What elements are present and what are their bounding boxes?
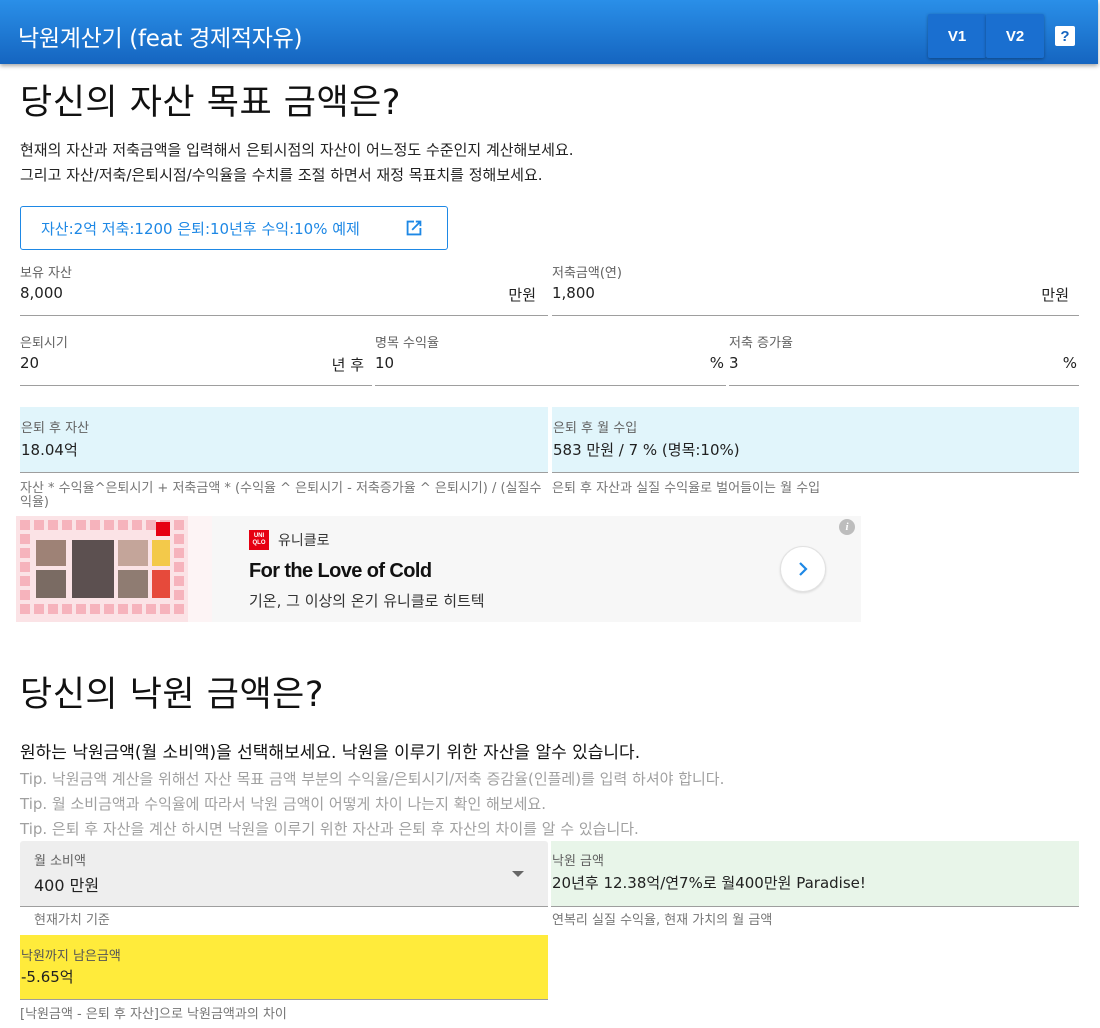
retire-income-label: 은퇴 후 월 수입: [553, 421, 638, 436]
retire-assets-result: 은퇴 후 자산 18.04억: [20, 407, 548, 473]
retire-year-label: 은퇴시기: [20, 336, 68, 351]
paradise-amount-value: 20년후 12.38억/연7%로 월400만원 Paradise!: [552, 874, 866, 892]
ad-brand: 유니클로: [278, 533, 330, 549]
nominal-return-unit: %: [709, 354, 724, 372]
open-external-icon: [406, 220, 422, 236]
help-icon: ?: [1055, 26, 1075, 46]
retire-year-field[interactable]: 은퇴시기 20 년 후: [20, 332, 372, 386]
remaining-amount-hint: [낙원금액 - 은퇴 후 자산]으로 낙원금액과의 차이: [20, 1007, 287, 1022]
section-title-asset-goal: 당신의 자산 목표 금액은?: [20, 83, 401, 123]
monthly-spend-select[interactable]: 월 소비액 400 만원: [20, 841, 548, 907]
tip-1: Tip. 낙원금액 계산을 위해선 자산 목표 금액 부분의 수익율/은퇴시기/…: [20, 770, 725, 788]
savings-unit: 만원: [1041, 286, 1069, 304]
section1-description-line1: 현재의 자산과 저축금액을 입력해서 은퇴시점의 자산이 어느정도 수준인지 계…: [20, 141, 574, 159]
retire-assets-label: 은퇴 후 자산: [21, 421, 90, 436]
assets-field[interactable]: 보유 자산 8,000 만원: [20, 262, 548, 316]
example-preset-label: 자산:2억 저축:1200 은퇴:10년후 수익:10% 예제: [41, 219, 360, 238]
savings-growth-label: 저축 증가율: [729, 336, 793, 351]
retire-income-hint: 은퇴 후 자산과 실질 수익율로 벌어들이는 월 수입: [552, 481, 821, 496]
tip-3: Tip. 은퇴 후 자산을 계산 하시면 낙원을 이루기 위한 자산과 은퇴 후…: [20, 820, 639, 838]
savings-growth-field[interactable]: 저축 증가율 3 %: [729, 332, 1079, 386]
monthly-spend-label: 월 소비액: [34, 854, 86, 869]
remaining-amount-value: -5.65억: [21, 968, 74, 986]
ad-banner[interactable]: UNI QLO 유니클로 For the Love of Cold 기온, 그 …: [16, 516, 861, 622]
v1-button[interactable]: V1: [928, 14, 986, 58]
paradise-intro: 원하는 낙원금액(월 소비액)을 선택해보세요. 낙원을 이루기 위한 자산을 …: [20, 743, 641, 763]
remaining-amount-result: 낙원까지 남은금액 -5.65억: [20, 935, 548, 1000]
section1-description-line2: 그리고 자산/저축/은퇴시점/수익율을 수치를 조절 하면서 재정 목표치를 정…: [20, 166, 543, 184]
ad-info-icon[interactable]: i: [839, 519, 855, 535]
ad-product-image: [16, 516, 212, 622]
remaining-amount-label: 낙원까지 남은금액: [21, 949, 121, 964]
v2-button[interactable]: V2: [986, 14, 1044, 58]
savings-growth-input[interactable]: 3: [729, 354, 739, 372]
paradise-amount-result: 낙원 금액 20년후 12.38억/연7%로 월400만원 Paradise!: [551, 841, 1079, 907]
app-title: 낙원계산기 (feat 경제적자유): [18, 26, 303, 52]
retire-income-result: 은퇴 후 월 수입 583 만원 / 7 % (명목:10%): [552, 407, 1079, 473]
retire-assets-value: 18.04억: [21, 441, 78, 459]
savings-field[interactable]: 저축금액(연) 1,800 만원: [552, 262, 1079, 316]
retire-assets-formula-hint: 자산 * 수익율^은퇴시기 + 저축금액 * (수익율 ^ 은퇴시기 - 저축증…: [20, 481, 542, 510]
section-title-paradise: 당신의 낙원 금액은?: [20, 675, 324, 715]
savings-label: 저축금액(연): [552, 266, 622, 281]
ad-next-button[interactable]: [780, 546, 826, 592]
example-preset-button[interactable]: 자산:2억 저축:1200 은퇴:10년후 수익:10% 예제: [20, 206, 448, 250]
tip-2: Tip. 월 소비금액과 수익율에 따라서 낙원 금액이 어떻게 차이 나는지 …: [20, 795, 546, 813]
ad-headline[interactable]: For the Love of Cold: [249, 560, 432, 583]
retire-income-value: 583 만원 / 7 % (명목:10%): [553, 441, 740, 459]
savings-input[interactable]: 1,800: [552, 284, 595, 302]
retire-year-unit: 년 후: [331, 356, 364, 374]
assets-input[interactable]: 8,000: [20, 284, 63, 302]
retire-year-input[interactable]: 20: [20, 354, 39, 372]
monthly-spend-hint: 현재가치 기준: [34, 913, 110, 928]
savings-growth-unit: %: [1062, 354, 1077, 372]
uniqlo-logo: UNI QLO: [249, 530, 269, 550]
app-bar: 낙원계산기 (feat 경제적자유) V1 V2 ?: [0, 0, 1098, 64]
ad-subtext: 기온, 그 이상의 온기 유니클로 히트텍: [249, 592, 485, 610]
assets-label: 보유 자산: [20, 266, 72, 281]
nominal-return-field[interactable]: 명목 수익율 10 %: [375, 332, 726, 386]
assets-unit: 만원: [508, 286, 536, 304]
dropdown-arrow-icon[interactable]: [512, 871, 524, 877]
chevron-right-icon: [799, 562, 808, 576]
nominal-return-label: 명목 수익율: [375, 336, 439, 351]
nominal-return-input[interactable]: 10: [375, 354, 394, 372]
paradise-amount-hint: 연복리 실질 수익율, 현재 가치의 월 금액: [552, 913, 773, 928]
paradise-amount-label: 낙원 금액: [552, 854, 604, 869]
help-button[interactable]: ?: [1044, 14, 1086, 58]
monthly-spend-value[interactable]: 400 만원: [34, 872, 99, 896]
